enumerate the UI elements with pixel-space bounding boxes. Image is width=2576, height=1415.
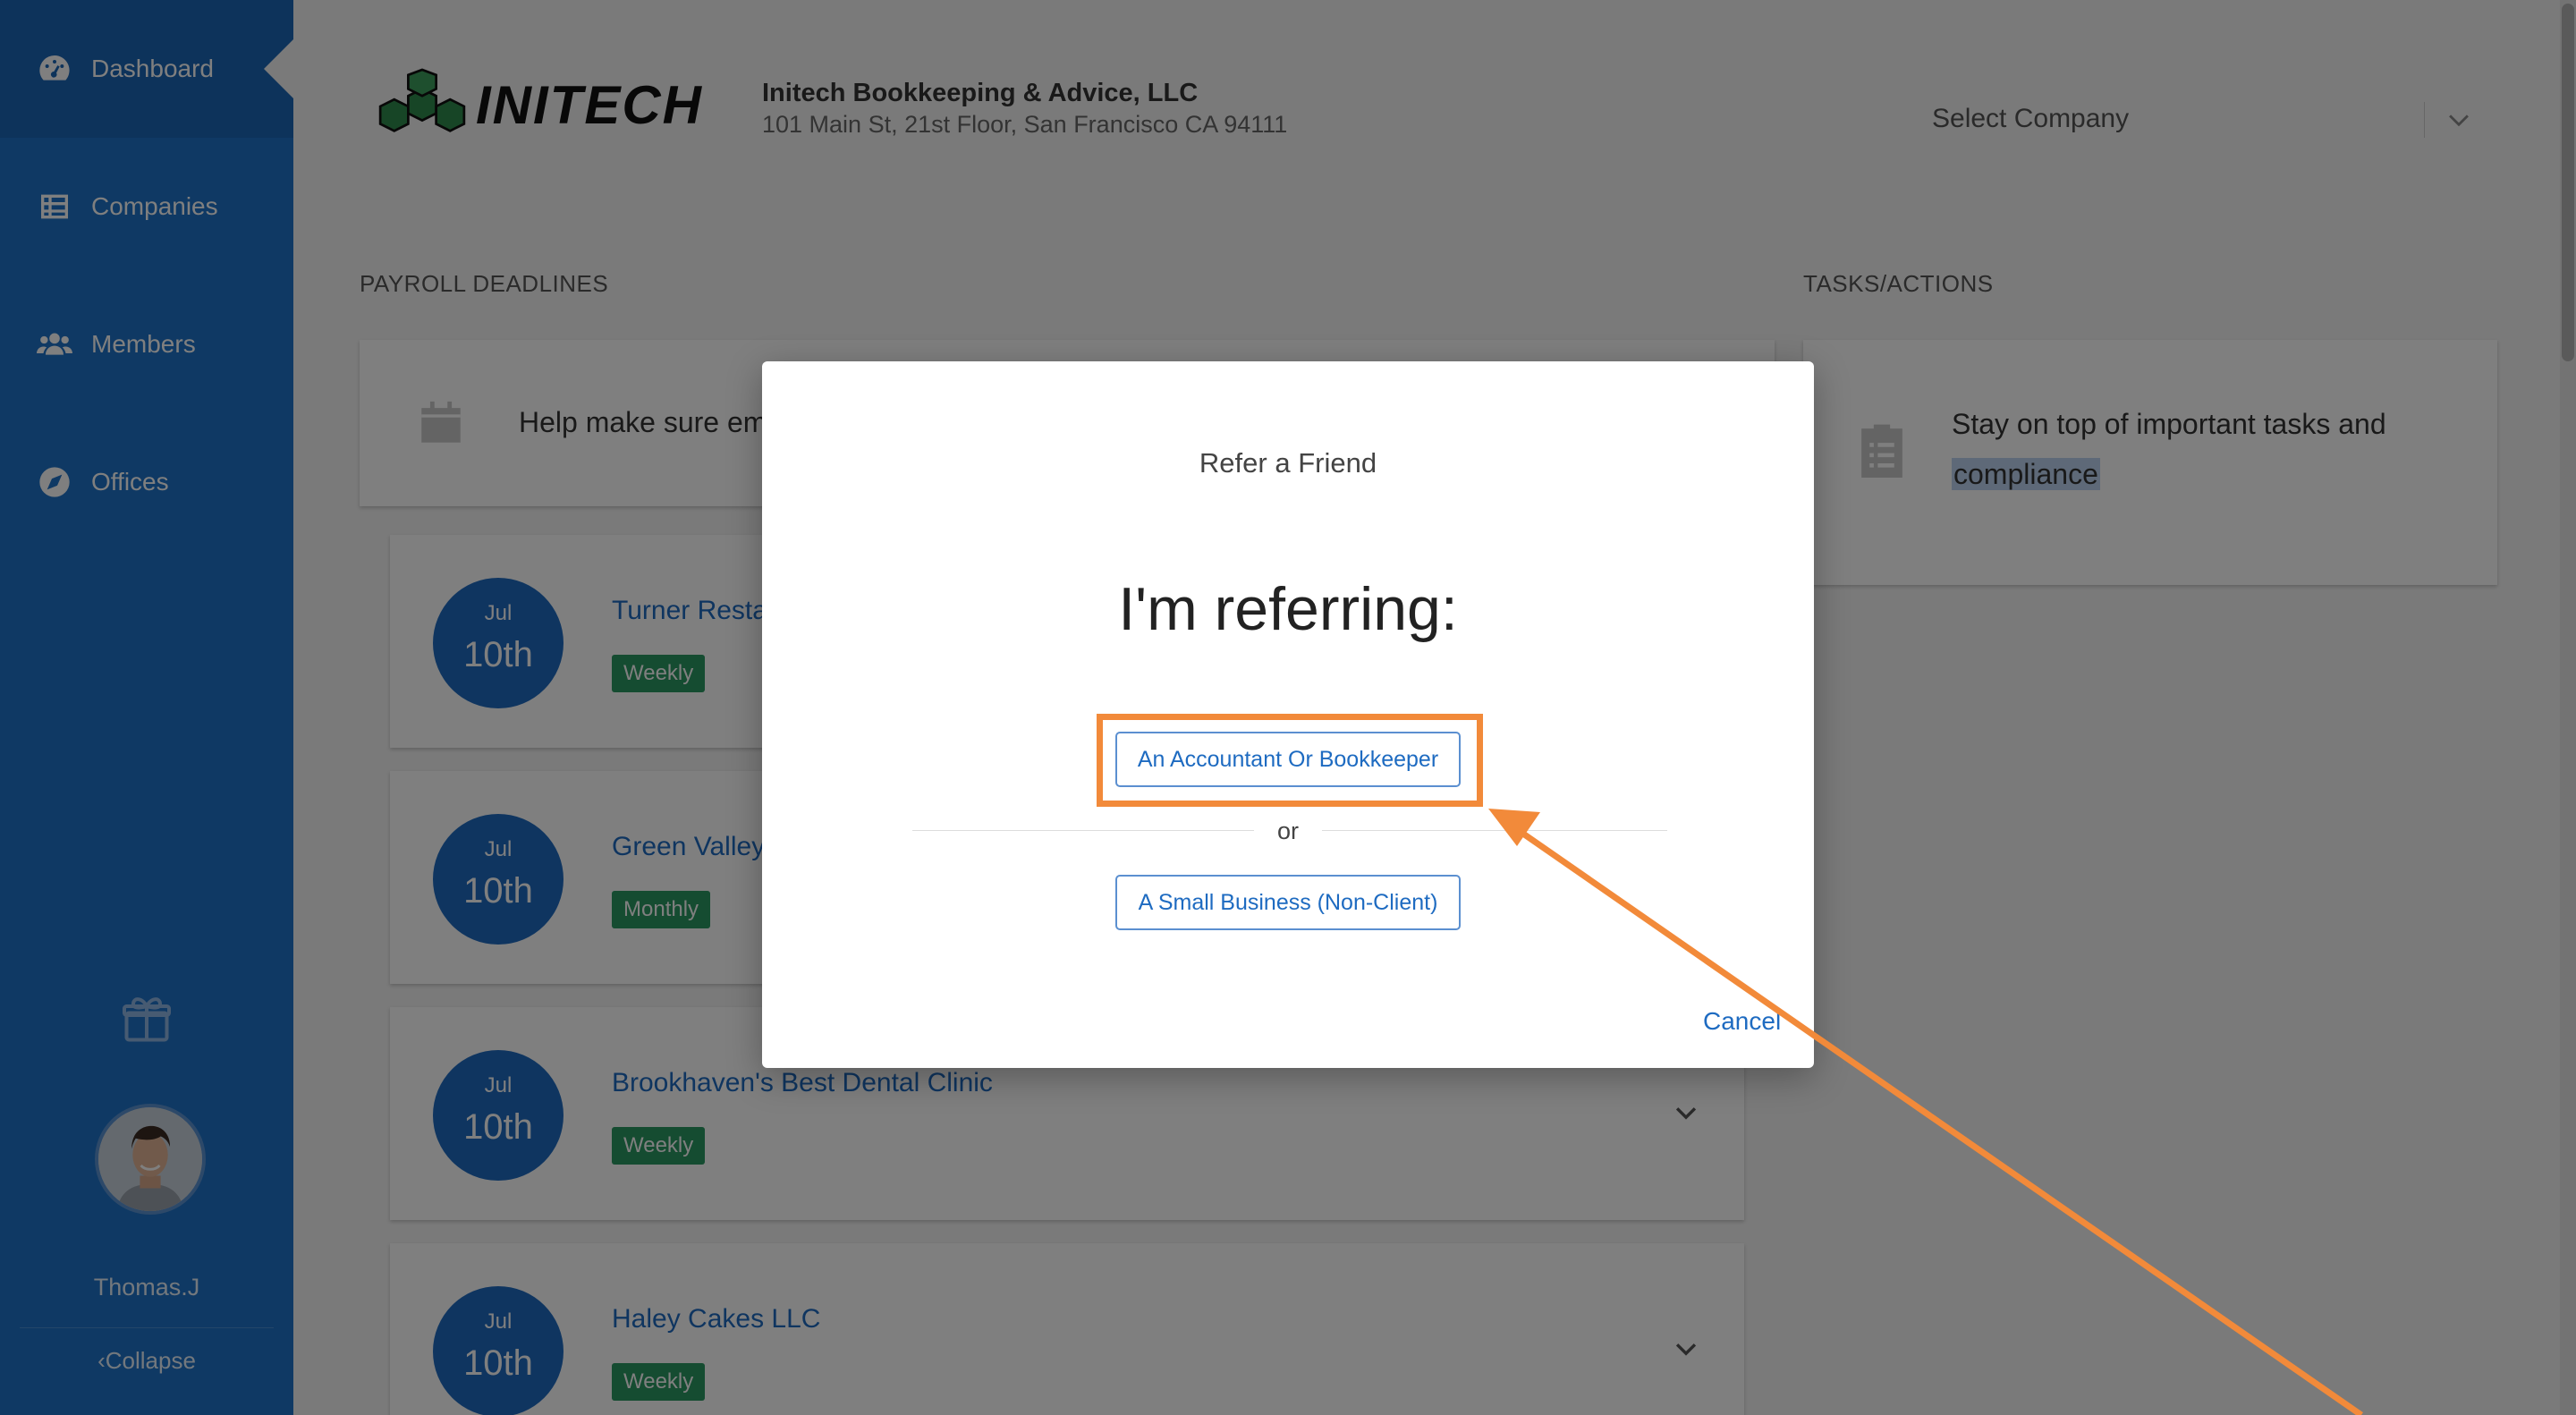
or-separator: or — [1276, 818, 1299, 844]
modal-title: Refer a Friend — [1199, 447, 1377, 479]
divider — [1322, 830, 1667, 831]
annotation-highlight-box — [1097, 714, 1483, 807]
cancel-button[interactable]: Cancel — [1703, 1007, 1781, 1036]
refer-small-business-button[interactable]: A Small Business (Non-Client) — [1115, 875, 1461, 930]
modal-heading: I'm referring: — [1118, 575, 1458, 643]
